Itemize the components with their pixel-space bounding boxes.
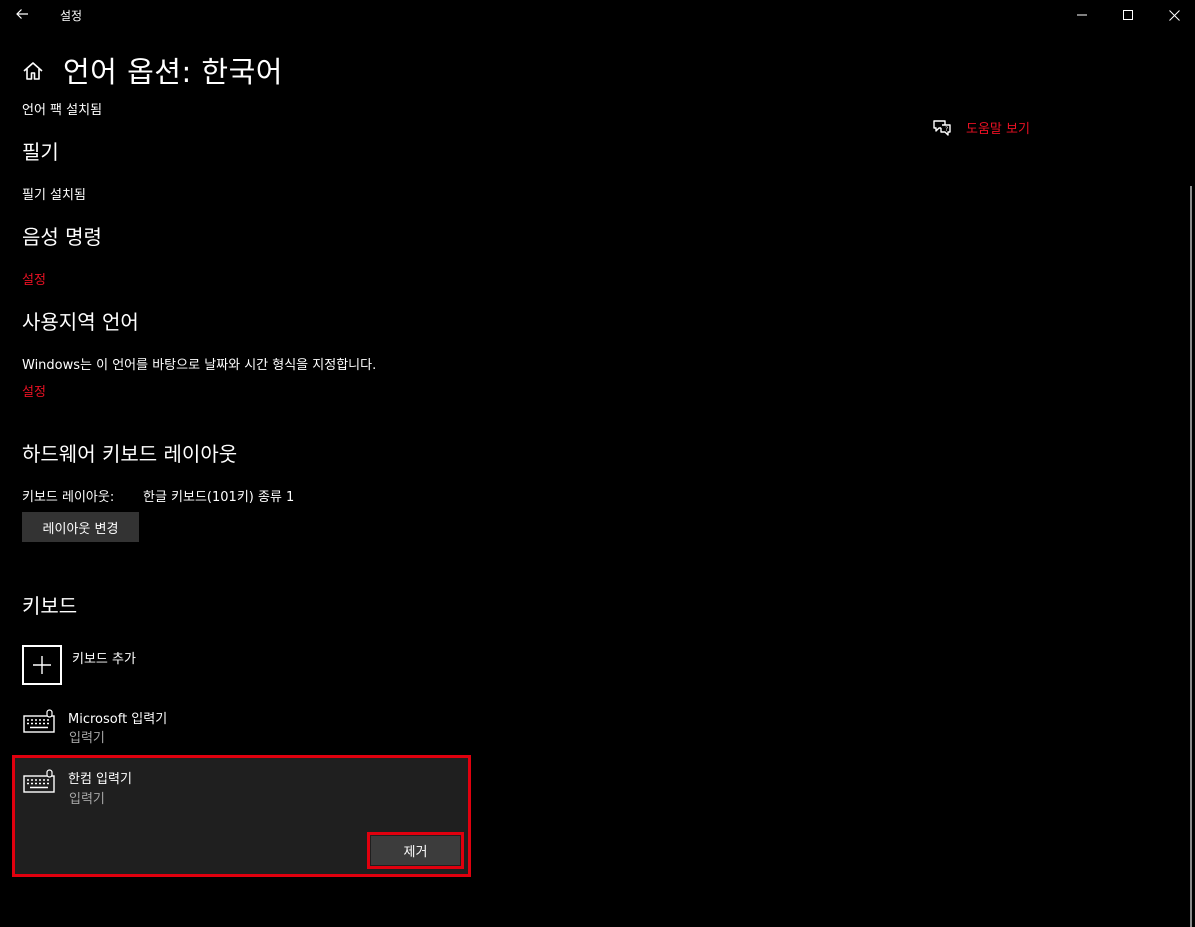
keyboard-item-name[interactable]: 한컴 입력기 [68,768,132,787]
page-title: 언어 옵션: 한국어 [63,55,283,89]
svg-text:?: ? [945,126,948,133]
home-icon [23,62,43,80]
help-chat-icon: ? [933,120,951,136]
add-keyboard-label[interactable]: 키보드 추가 [72,648,136,667]
minimize-button[interactable] [1059,0,1105,30]
regional-description: Windows는 이 언어를 바탕으로 날짜와 시간 형식을 지정합니다. [22,358,377,373]
close-button[interactable] [1151,0,1195,30]
keyboard-layout-label: 키보드 레이아웃: [22,490,115,505]
keyboard-item-type: 입력기 [69,792,105,807]
maximize-button[interactable] [1105,0,1151,30]
keyboard-icon [23,769,55,793]
regional-settings-link[interactable]: 설정 [22,381,46,400]
help-link[interactable]: 도움말 보기 [966,118,1030,137]
remove-keyboard-button[interactable]: 제거 [371,836,460,865]
app-title: 설정 [60,9,83,23]
handwriting-status: 필기 설치됨 [22,188,86,203]
hardware-keyboard-heading: 하드웨어 키보드 레이아웃 [22,442,238,466]
speech-heading: 음성 명령 [22,225,102,249]
back-arrow-icon [16,9,28,19]
handwriting-heading: 필기 [22,140,59,164]
back-button[interactable] [8,2,36,26]
speech-settings-link[interactable]: 설정 [22,269,46,288]
title-bar: 설정 [0,0,1195,30]
change-layout-button[interactable]: 레이아웃 변경 [22,512,139,542]
minimize-icon [1077,14,1087,16]
close-icon [1168,9,1180,21]
add-keyboard-button[interactable] [22,645,62,685]
plus-icon [33,656,51,674]
scrollbar[interactable] [1190,186,1192,927]
keyboards-heading: 키보드 [22,594,78,618]
keyboard-layout-value: 한글 키보드(101키) 종류 1 [143,490,295,505]
keyboard-item-name[interactable]: Microsoft 입력기 [68,708,167,727]
keyboard-item-type: 입력기 [69,731,105,746]
home-button[interactable] [22,60,44,82]
language-pack-status: 언어 팩 설치됨 [22,103,103,118]
maximize-icon [1123,10,1133,20]
keyboard-icon [23,709,55,733]
regional-heading: 사용지역 언어 [22,310,139,334]
help-link-container[interactable]: ? 도움말 보기 [932,117,1030,137]
